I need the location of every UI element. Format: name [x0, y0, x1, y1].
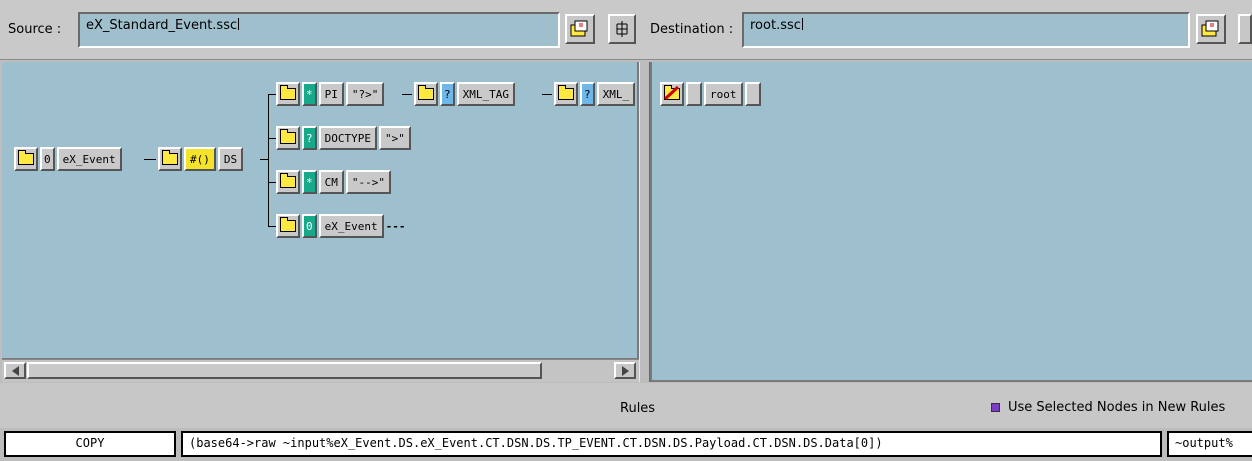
node-name[interactable]: DS	[217, 147, 244, 171]
node-name[interactable]: XML_TAG	[456, 82, 515, 106]
source-label: Source :	[8, 22, 62, 37]
source-open-button[interactable]	[565, 14, 595, 44]
folder-icon[interactable]	[414, 82, 438, 106]
scroll-thumb[interactable]	[27, 362, 542, 379]
source-file-value: eX_Standard_Event.ssc	[86, 18, 238, 33]
tree-node-doctype[interactable]: ? DOCTYPE ">"	[276, 124, 411, 152]
destination-file-value: root.ssc	[750, 18, 801, 33]
node-count: 0	[40, 147, 55, 171]
tree-layout-icon	[616, 21, 628, 37]
folder-icon[interactable]	[276, 170, 300, 194]
node-name[interactable]: CM	[318, 170, 344, 194]
rule-row[interactable]: COPY (base64->raw ~input%eX_Event.DS.eX_…	[0, 428, 1252, 461]
node-mark: *	[302, 170, 317, 194]
node-name[interactable]: XML_	[596, 82, 635, 106]
node-mark: ?	[302, 126, 317, 150]
node-repeat: #()	[184, 147, 216, 171]
destination-file-field[interactable]: root.ssc	[742, 12, 1190, 48]
node-name[interactable]: root	[704, 82, 743, 106]
use-selected-label: Use Selected Nodes in New Rules	[1008, 400, 1226, 415]
unmapped-mark-icon	[663, 85, 680, 101]
node-delimiter: ">"	[378, 126, 411, 150]
source-tree-canvas[interactable]: 0 eX_Event #() DS * PI "?>" ? XML_TAG ? …	[2, 62, 639, 359]
source-file-field[interactable]: eX_Standard_Event.ssc	[78, 12, 560, 48]
folder-icon[interactable]	[276, 82, 300, 106]
tree-node-pi[interactable]: * PI "?>"	[276, 80, 385, 108]
tree-layout-button[interactable]	[608, 14, 636, 44]
node-empty-mark	[686, 82, 702, 106]
open-file-icon	[570, 20, 588, 37]
folder-icon[interactable]	[660, 82, 684, 106]
node-name[interactable]: eX_Event	[56, 147, 122, 171]
toolbar: Source : eX_Standard_Event.ssc Destinati…	[0, 0, 1252, 60]
node-empty-tail	[744, 82, 761, 106]
node-mark: 0	[302, 214, 317, 238]
dest-node-root[interactable]: root	[660, 80, 761, 108]
rule-expression-field[interactable]: (base64->raw ~input%eX_Event.DS.eX_Event…	[181, 431, 1162, 457]
node-name[interactable]: DOCTYPE	[318, 126, 377, 150]
rule-output-field[interactable]: ~output%	[1167, 431, 1252, 457]
scroll-right-button[interactable]	[614, 362, 636, 379]
tree-node-xml-truncated[interactable]: ? XML_	[554, 80, 635, 108]
node-mark: ?	[440, 82, 455, 106]
arrow-left-icon	[11, 365, 19, 376]
arrow-right-icon	[621, 365, 629, 376]
node-mark: ?	[580, 82, 595, 106]
open-file-icon	[1201, 20, 1219, 37]
scroll-left-button[interactable]	[4, 362, 26, 379]
node-collapsed-indicator[interactable]: ---	[386, 220, 406, 233]
folder-icon[interactable]	[554, 82, 578, 106]
rule-op-field[interactable]: COPY	[4, 431, 176, 457]
tree-node-cm[interactable]: * CM "-->"	[276, 168, 391, 196]
tree-node-root[interactable]: 0 eX_Event	[14, 145, 122, 173]
tree-node-ex-event[interactable]: 0 eX_Event ---	[276, 212, 405, 240]
tree-node-xml-tag[interactable]: ? XML_TAG	[414, 80, 515, 108]
node-mark: *	[302, 82, 317, 106]
destination-layout-button[interactable]	[1238, 14, 1252, 44]
tree-node-ds[interactable]: #() DS	[158, 145, 244, 173]
rules-header: Rules Use Selected Nodes in New Rules	[0, 383, 1252, 428]
rules-title: Rules	[620, 401, 656, 416]
folder-icon[interactable]	[276, 126, 300, 150]
destination-tree-canvas[interactable]: root	[650, 62, 1252, 382]
node-name[interactable]: PI	[318, 82, 344, 106]
folder-icon[interactable]	[276, 214, 300, 238]
node-name[interactable]: eX_Event	[318, 214, 384, 238]
node-delimiter: "?>"	[345, 82, 385, 106]
use-selected-checkbox[interactable]	[991, 403, 1000, 412]
node-delimiter: "-->"	[345, 170, 391, 194]
destination-open-button[interactable]	[1196, 14, 1226, 44]
folder-icon[interactable]	[158, 147, 182, 171]
destination-label: Destination :	[650, 22, 734, 37]
pane-divider[interactable]	[639, 62, 650, 382]
folder-icon[interactable]	[14, 147, 38, 171]
